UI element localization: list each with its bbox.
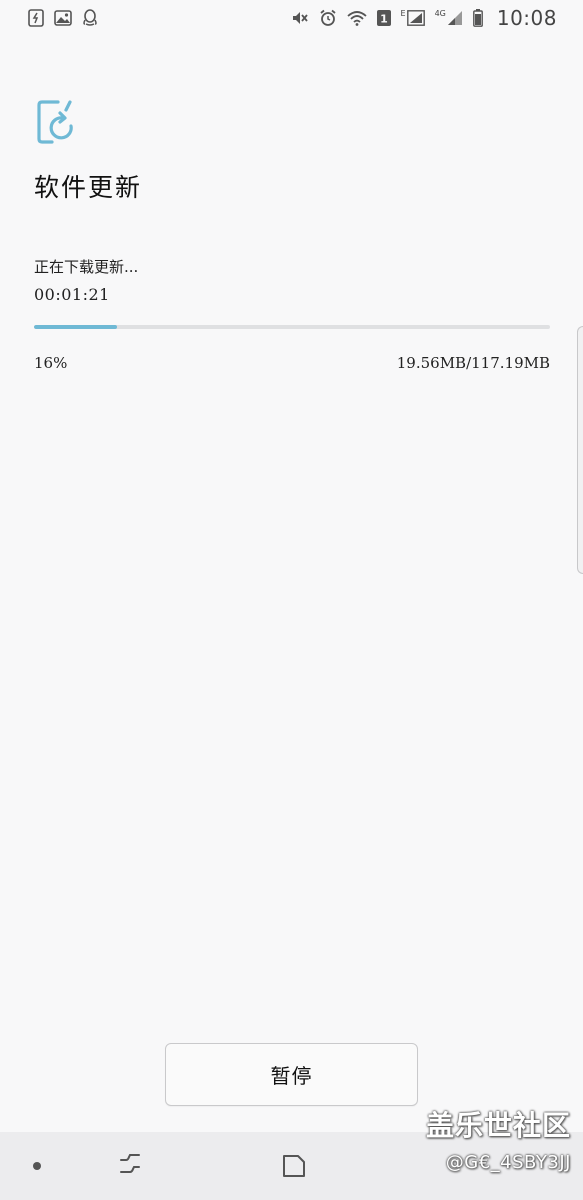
- network-4g-label: 4G: [434, 9, 446, 18]
- software-update-icon: [36, 100, 78, 146]
- sim-1-label: 1: [380, 13, 388, 26]
- status-bar: 1 E 4G 10:08: [0, 0, 583, 36]
- watermark-handle: @G€_4SBY3JJ: [445, 1152, 571, 1173]
- network-e-label: E: [400, 9, 406, 18]
- download-progress-fill: [34, 325, 117, 329]
- progress-percent: 16%: [34, 354, 68, 372]
- gallery-icon: [54, 10, 72, 26]
- status-bar-right: 1 E 4G 10:08: [291, 6, 558, 30]
- wifi-icon: [346, 10, 367, 26]
- download-progress-bar: [34, 325, 550, 329]
- sim-1-icon: 1: [376, 10, 391, 26]
- home-icon[interactable]: [281, 1153, 307, 1183]
- signal-e-icon: E: [401, 10, 425, 26]
- qq-icon: [82, 9, 98, 27]
- signal-4g-icon: 4G: [435, 10, 463, 26]
- voice-memo-icon: [28, 9, 44, 27]
- download-status-text: 正在下载更新...: [34, 258, 139, 276]
- mute-icon: [291, 10, 309, 26]
- nav-dot-icon[interactable]: [33, 1162, 41, 1170]
- recents-icon[interactable]: [117, 1152, 143, 1180]
- pause-button[interactable]: 暂停: [165, 1043, 418, 1106]
- elapsed-time: 00:01:21: [34, 285, 110, 304]
- status-time: 10:08: [496, 6, 557, 30]
- download-size: 19.56MB/117.19MB: [396, 354, 550, 372]
- edge-panel-handle[interactable]: [577, 326, 583, 574]
- status-bar-left: [28, 9, 98, 27]
- alarm-icon: [319, 9, 337, 27]
- battery-icon: [472, 9, 483, 27]
- screen: 1 E 4G 10:08 软件更新 正在下载更新... 00:01:21 16%…: [0, 0, 583, 1200]
- watermark-title: 盖乐世社区: [425, 1109, 571, 1142]
- page-title: 软件更新: [34, 173, 143, 202]
